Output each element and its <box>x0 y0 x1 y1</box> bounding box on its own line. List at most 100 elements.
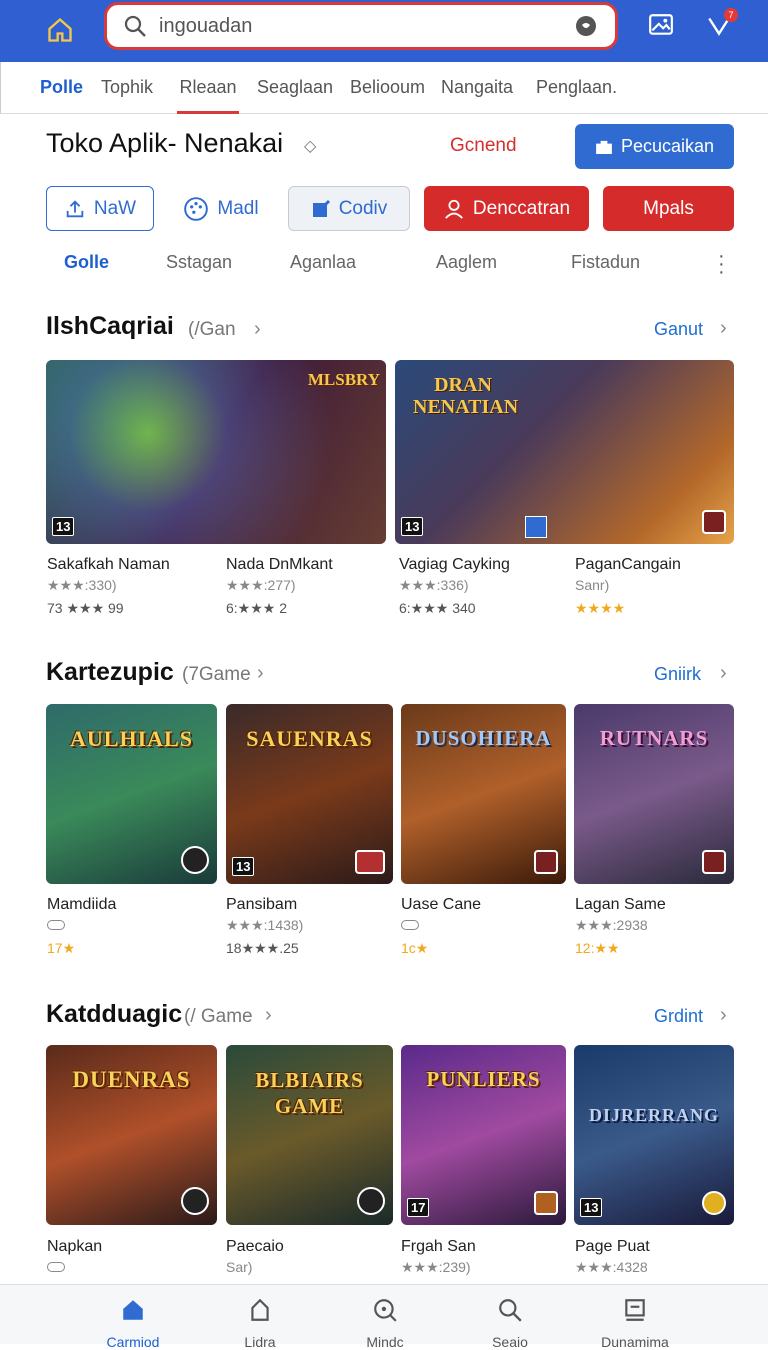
info-icon[interactable]: ◇ <box>304 136 316 156</box>
game-title[interactable]: Napkan <box>47 1238 102 1256</box>
game-card-image[interactable]: DUSOHIERA <box>401 704 566 884</box>
search-icon <box>499 1299 522 1322</box>
explore-icon <box>374 1299 397 1322</box>
game-card-image[interactable]: AULHIALS <box>46 704 217 884</box>
shield-icon <box>534 850 558 874</box>
game-title[interactable]: Paecaio <box>226 1238 284 1256</box>
game-card-image[interactable]: DUENRAS <box>46 1045 217 1225</box>
chevron-right-icon[interactable]: › <box>257 662 264 685</box>
section-title: Katdduagic <box>46 1000 183 1028</box>
bottom-nav-label: Mindc <box>366 1334 404 1350</box>
game-title[interactable]: Vagiag Cayking <box>399 556 510 574</box>
game-title[interactable]: PaganCangain <box>575 556 681 574</box>
game-card-image[interactable]: DIJRERRANG 13 <box>574 1045 734 1225</box>
tab-nangaita[interactable]: Nangaita <box>441 62 513 114</box>
bottom-nav-label: Carmiod <box>106 1334 160 1350</box>
section-title: IlshCaqriai <box>46 312 174 340</box>
search-input[interactable] <box>159 14 559 38</box>
game-title[interactable]: Sakafkah Naman <box>47 556 170 574</box>
primary-action-button[interactable]: Pecucaikan <box>575 124 734 169</box>
upload-icon <box>66 199 84 217</box>
game-title[interactable]: Uase Cane <box>401 896 481 914</box>
game-card-image[interactable]: SAUENRAS 13 <box>226 704 393 884</box>
codiv-button-label: Codiv <box>338 197 388 219</box>
model-button-label: Madl <box>217 197 259 219</box>
chevron-right-icon[interactable]: › <box>254 318 261 341</box>
controller-icon <box>47 920 65 930</box>
notification-badge: 7 <box>724 8 738 22</box>
game-title[interactable]: Nada DnMkant <box>226 556 333 574</box>
store-link[interactable]: Gcnend <box>450 135 517 157</box>
bottom-nav-lidra[interactable]: Lidra <box>205 1297 315 1350</box>
tab-rleaan[interactable]: Rleaan <box>177 62 239 114</box>
home-button[interactable] <box>40 10 80 50</box>
mpals-button[interactable]: Mpals <box>603 186 734 231</box>
denccatran-button[interactable]: Denccatran <box>424 186 589 231</box>
bottom-nav-label: Dunamima <box>601 1334 669 1350</box>
bottom-nav-search[interactable]: Seaio <box>455 1297 565 1350</box>
bottom-nav-dunamima[interactable]: Dunamima <box>580 1297 690 1350</box>
game-banner[interactable]: DRAN NENATIAN 13 <box>395 360 734 544</box>
game-card-image[interactable]: RUTNARS <box>574 704 734 884</box>
game-title[interactable]: Page Puat <box>575 1238 650 1256</box>
game-card-image[interactable]: BLBIAIRS GAME <box>226 1045 393 1225</box>
tab-penglaan[interactable]: Penglaan. <box>536 62 617 114</box>
game-logo: DUENRAS <box>72 1067 191 1092</box>
sub-tabs: Golle Sstagan Aganlaa Aaglem Fistadun <box>0 248 768 278</box>
game-logo: DUSOHIERA <box>415 726 552 750</box>
game-rating: ★★★:1438) <box>226 917 304 933</box>
tab-polle[interactable]: Polle <box>40 62 83 114</box>
game-title[interactable]: Frgah San <box>401 1238 476 1256</box>
filter-button[interactable]: 7 <box>706 8 738 43</box>
bookmark-icon <box>251 1298 269 1321</box>
subtab-golle[interactable]: Golle <box>64 252 109 273</box>
game-price: 6:★★★ 340 <box>399 600 476 616</box>
age-rating-badge: 17 <box>407 1198 430 1217</box>
model-button[interactable]: Madl <box>178 186 264 231</box>
chevron-right-icon[interactable]: › <box>265 1004 272 1027</box>
store-title: Toko Aplik- Nenakai <box>46 128 284 158</box>
new-button[interactable]: NaW <box>46 186 154 231</box>
category-tabs: Polle Tophik Rleaan Seaglaan Beliooum Na… <box>0 62 768 114</box>
section-see-all-link[interactable]: Ganut <box>654 319 703 340</box>
subtab-aganlaa[interactable]: Aganlaa <box>290 252 356 273</box>
game-rating: ★★★:277) <box>226 577 296 593</box>
voice-icon[interactable] <box>575 15 597 37</box>
game-rating: Sar) <box>226 1259 253 1275</box>
shield-icon <box>355 850 385 874</box>
image-icon <box>649 14 673 35</box>
section-see-all-link[interactable]: Gniirk <box>654 664 701 685</box>
bottom-nav-label: Lidra <box>244 1334 276 1350</box>
game-card-image[interactable]: PUNLIERS 17 <box>401 1045 566 1225</box>
subtab-aaglem[interactable]: Aaglem <box>436 252 497 273</box>
game-banner[interactable]: MLSBRY 13 <box>46 360 386 544</box>
bottom-nav-home[interactable]: Carmiod <box>78 1297 188 1350</box>
codiv-button[interactable]: Codiv <box>288 186 410 231</box>
section-see-all-link[interactable]: Grdint <box>654 1006 703 1027</box>
game-price: 73 ★★★ 99 <box>47 600 124 616</box>
game-title[interactable]: Mamdiida <box>47 896 116 914</box>
home-icon <box>48 17 72 42</box>
subtab-fistadun[interactable]: Fistadun <box>571 252 640 273</box>
chevron-right-icon[interactable]: › <box>720 1004 727 1027</box>
game-logo: DIJRERRANG <box>588 1105 719 1125</box>
section-count: (/Gan <box>188 319 236 340</box>
chevron-right-icon[interactable]: › <box>720 662 727 685</box>
mpals-button-label: Mpals <box>643 197 694 219</box>
tab-tophik[interactable]: Tophik <box>101 62 153 114</box>
game-rating <box>401 917 419 933</box>
bottom-navigation: Carmiod Lidra Mindc Seaio Dunamima <box>0 1284 768 1350</box>
game-title[interactable]: Lagan Same <box>575 896 666 914</box>
section-count: (7Game <box>182 664 251 685</box>
gallery-button[interactable] <box>648 12 674 43</box>
search-bar[interactable] <box>104 2 618 50</box>
more-icon[interactable]: · · · <box>718 246 725 282</box>
bottom-nav-mindc[interactable]: Mindc <box>330 1297 440 1350</box>
tab-seaglaan[interactable]: Seaglaan <box>257 62 333 114</box>
subtab-sstagan[interactable]: Sstagan <box>166 252 232 273</box>
emblem-icon <box>357 1187 385 1215</box>
tab-beliooum[interactable]: Beliooum <box>350 62 425 114</box>
game-logo: BLBIAIRS GAME <box>255 1068 364 1118</box>
chevron-right-icon[interactable]: › <box>720 317 727 340</box>
game-title[interactable]: Pansibam <box>226 896 297 914</box>
